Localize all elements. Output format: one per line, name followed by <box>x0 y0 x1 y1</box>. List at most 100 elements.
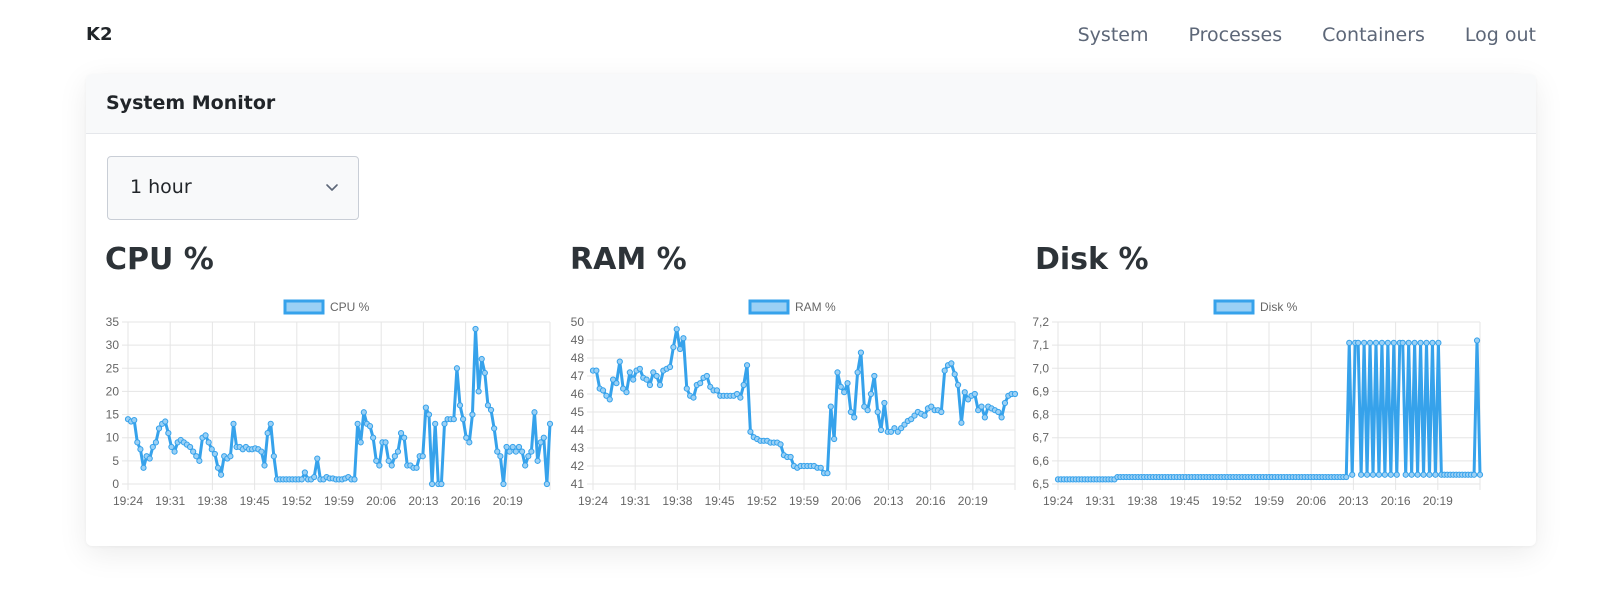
ram-data-point[interactable] <box>837 383 844 390</box>
nav-link-logout[interactable]: Log out <box>1465 24 1536 46</box>
ram-data-point[interactable] <box>646 381 654 389</box>
ram-data-point[interactable] <box>867 390 875 398</box>
cpu-data-point[interactable] <box>500 480 507 488</box>
ram-legend[interactable]: RAM % <box>748 299 836 315</box>
cpu-data-point[interactable] <box>165 429 172 437</box>
ram-data-point[interactable] <box>747 428 754 435</box>
cpu-data-point[interactable] <box>438 480 445 488</box>
cpu-data-point[interactable] <box>376 462 383 469</box>
cpu-data-point[interactable] <box>522 462 529 469</box>
ram-data-point[interactable] <box>978 403 985 410</box>
ram-data-point[interactable] <box>599 387 607 394</box>
cpu-data-point[interactable] <box>546 420 554 427</box>
cpu-data-point[interactable] <box>301 469 308 476</box>
disk-data-point[interactable] <box>1435 339 1442 346</box>
disk-data-point[interactable] <box>1349 471 1356 478</box>
cpu-data-point[interactable] <box>370 434 377 441</box>
time-range-select[interactable]: 1 hour <box>107 156 359 220</box>
ram-data-point[interactable] <box>844 380 851 387</box>
disk-data-point[interactable] <box>1432 471 1439 478</box>
cpu-data-point[interactable] <box>475 388 482 395</box>
cpu-data-point[interactable] <box>134 439 141 446</box>
ram-data-point[interactable] <box>680 335 687 342</box>
ram-data-point[interactable] <box>857 349 865 356</box>
ram-data-point[interactable] <box>817 464 824 471</box>
disk-data-point[interactable] <box>1343 473 1350 481</box>
cpu-data-point[interactable] <box>478 355 485 363</box>
ram-data-point[interactable] <box>593 367 600 374</box>
ram-data-point[interactable] <box>948 360 955 367</box>
ram-data-point[interactable] <box>653 372 660 380</box>
cpu-data-point[interactable] <box>394 448 402 455</box>
cpu-data-point[interactable] <box>518 448 526 455</box>
disk-data-point[interactable] <box>1423 339 1430 346</box>
disk-data-point[interactable] <box>1470 471 1478 478</box>
ram-data-point[interactable] <box>954 381 962 389</box>
cpu-data-point[interactable] <box>217 471 225 478</box>
cpu-data-point[interactable] <box>264 429 271 437</box>
cpu-data-point[interactable] <box>267 420 274 427</box>
cpu-data-point[interactable] <box>258 448 265 455</box>
cpu-data-point[interactable] <box>543 480 550 488</box>
cpu-data-point[interactable] <box>481 369 488 377</box>
cpu-data-point[interactable] <box>137 446 144 453</box>
disk-data-point[interactable] <box>1346 339 1353 346</box>
ram-data-point[interactable] <box>841 389 848 396</box>
ram-data-point[interactable] <box>834 369 841 376</box>
cpu-data-point[interactable] <box>196 457 203 464</box>
cpu-data-point[interactable] <box>456 402 464 409</box>
disk-data-point[interactable] <box>1387 471 1394 478</box>
cpu-data-point[interactable] <box>413 464 420 471</box>
cpu-data-point[interactable] <box>140 464 147 471</box>
ram-data-point[interactable] <box>713 387 721 394</box>
ram-data-point[interactable] <box>827 403 834 410</box>
disk-data-point[interactable] <box>1375 471 1383 478</box>
disk-data-point[interactable] <box>1360 339 1368 346</box>
cpu-data-point[interactable] <box>211 450 218 458</box>
cpu-data-point[interactable] <box>202 432 209 439</box>
ram-data-point[interactable] <box>938 408 945 416</box>
cpu-legend[interactable]: CPU % <box>283 299 370 315</box>
ram-data-point[interactable] <box>613 380 620 387</box>
disk-data-point[interactable] <box>1369 471 1377 478</box>
cpu-data-point[interactable] <box>360 409 367 416</box>
cpu-data-point[interactable] <box>401 434 408 441</box>
disk-data-point[interactable] <box>1414 471 1421 478</box>
disk-data-point[interactable] <box>1363 471 1371 478</box>
disk-data-point[interactable] <box>1399 339 1406 346</box>
disk-data-point[interactable] <box>1420 471 1427 478</box>
ram-data-point[interactable] <box>824 470 831 477</box>
ram-data-point[interactable] <box>874 408 881 416</box>
cpu-data-point[interactable] <box>351 476 358 483</box>
cpu-data-point[interactable] <box>432 420 439 427</box>
cpu-data-point[interactable] <box>311 473 318 481</box>
cpu-data-point[interactable] <box>152 439 160 446</box>
cpu-data-point[interactable] <box>472 325 479 333</box>
disk-data-point[interactable] <box>1355 339 1362 346</box>
disk-data-point[interactable] <box>1402 471 1409 478</box>
ram-data-point[interactable] <box>871 372 878 380</box>
cpu-data-point[interactable] <box>425 411 433 418</box>
ram-data-point[interactable] <box>881 399 888 407</box>
ram-data-point[interactable] <box>854 369 861 376</box>
cpu-data-point[interactable] <box>171 448 178 455</box>
ram-data-point[interactable] <box>643 376 650 383</box>
ram-data-point[interactable] <box>981 414 988 421</box>
ram-data-point[interactable] <box>626 369 633 376</box>
disk-data-point[interactable] <box>1366 339 1374 346</box>
disk-data-point[interactable] <box>1405 339 1412 346</box>
disk-data-point[interactable] <box>1417 339 1424 346</box>
cpu-data-point[interactable] <box>388 462 395 469</box>
disk-data-point[interactable] <box>1426 471 1433 478</box>
ram-data-point[interactable] <box>864 407 871 414</box>
disk-legend[interactable]: Disk % <box>1213 299 1298 315</box>
ram-data-point[interactable] <box>1011 390 1019 398</box>
cpu-data-point[interactable] <box>453 365 461 372</box>
ram-data-point[interactable] <box>673 326 680 333</box>
cpu-data-point[interactable] <box>270 453 277 460</box>
cpu-data-point[interactable] <box>428 480 436 488</box>
ram-data-point[interactable] <box>831 435 838 443</box>
cpu-data-point[interactable] <box>314 455 321 462</box>
ram-data-point[interactable] <box>676 345 684 353</box>
ram-data-point[interactable] <box>740 381 747 389</box>
